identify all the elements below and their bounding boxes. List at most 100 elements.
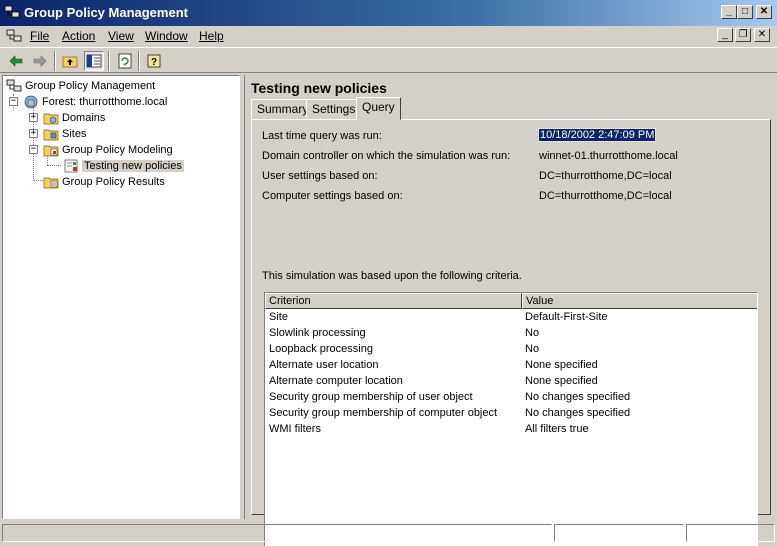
modeling-report-icon	[64, 159, 78, 173]
details-pane: Testing new policies Summary Settings Qu…	[244, 75, 775, 546]
tab-query[interactable]: Query	[356, 97, 401, 120]
refresh-button[interactable]	[115, 51, 135, 71]
tree-item-root[interactable]: Group Policy Management	[6, 78, 155, 94]
mdi-minimize-button[interactable]: _	[717, 28, 733, 42]
tree-item-sites[interactable]: Sites	[43, 126, 86, 142]
close-button[interactable]: ✕	[756, 5, 772, 19]
sites-folder-icon	[43, 129, 59, 141]
tree-line	[33, 180, 43, 181]
table-row[interactable]: Security group membership of computer ob…	[265, 405, 757, 421]
menu-view[interactable]: View	[108, 29, 134, 43]
window-title: Group Policy Management	[24, 5, 188, 20]
field-value-last-run[interactable]: 10/18/2002 2:47:09 PM	[537, 128, 657, 142]
tree-label-results: Group Policy Results	[62, 176, 165, 188]
cell-value: No changes specified	[525, 391, 631, 403]
cell-criterion: Alternate user location	[269, 359, 379, 371]
results-folder-icon	[43, 177, 59, 189]
field-value-user-settings[interactable]: DC=thurrotthome,DC=local	[539, 170, 672, 182]
query-tab-panel: Last time query was run: 10/18/2002 2:47…	[251, 119, 771, 546]
domains-folder-icon	[43, 113, 59, 125]
cell-criterion: Site	[269, 311, 288, 323]
refresh-icon	[118, 53, 132, 69]
maximize-button[interactable]: □	[737, 5, 753, 19]
tab-summary[interactable]: Summary	[251, 99, 315, 119]
mdi-restore-button[interactable]: ❐	[735, 28, 751, 42]
cell-value: Default-First-Site	[525, 311, 608, 323]
table-row[interactable]: Site Default-First-Site	[265, 309, 757, 325]
minimize-icon: _	[726, 6, 732, 17]
tree-line	[47, 165, 61, 166]
tree-item-modeling[interactable]: Group Policy Modeling	[43, 142, 173, 158]
cell-criterion: Alternate computer location	[269, 375, 403, 387]
gpmc-icon	[6, 79, 22, 92]
toolbar: ?	[0, 47, 777, 73]
table-row[interactable]: WMI filters All filters true	[265, 421, 757, 437]
menu-file-label: File	[30, 29, 50, 43]
menu-window[interactable]: Window	[145, 29, 188, 43]
cell-criterion: WMI filters	[269, 423, 321, 435]
collapse-forest-toggle[interactable]: −	[9, 97, 18, 106]
tree-label-sites: Sites	[62, 128, 87, 140]
mdi-close-button[interactable]: ✕	[754, 28, 770, 42]
table-row[interactable]: Alternate computer location None specifi…	[265, 373, 757, 389]
title-bar: Group Policy Management _ □ ✕	[0, 0, 777, 26]
collapse-modeling-toggle[interactable]: −	[29, 145, 38, 154]
expand-sites-toggle[interactable]: +	[29, 129, 38, 138]
tree-item-forest[interactable]: Forest: thurrotthome.local	[23, 94, 167, 110]
criteria-list[interactable]: Criterion Value Site Default-First-Site …	[264, 292, 758, 546]
status-panel-2	[554, 524, 684, 542]
cell-criterion: Loopback processing	[269, 343, 373, 355]
status-bar	[0, 522, 777, 546]
column-header-value[interactable]: Value	[522, 293, 757, 309]
tree-item-testing[interactable]: Testing new policies	[63, 158, 184, 174]
close-icon: ✕	[759, 6, 769, 17]
up-level-button[interactable]	[60, 51, 80, 71]
field-value-computer-settings[interactable]: DC=thurrotthome,DC=local	[539, 190, 672, 202]
tab-settings[interactable]: Settings	[306, 99, 362, 119]
show-hide-tree-icon	[86, 54, 102, 68]
menu-window-label: Window	[145, 29, 188, 43]
modeling-folder-icon	[43, 145, 59, 157]
tree-item-domains[interactable]: Domains	[43, 110, 105, 126]
table-row[interactable]: Slowlink processing No	[265, 325, 757, 341]
table-row[interactable]: Loopback processing No	[265, 341, 757, 357]
show-hide-tree-button[interactable]	[84, 51, 104, 71]
tree-label-testing: Testing new policies	[82, 160, 184, 172]
forward-button[interactable]	[30, 51, 50, 71]
gpmc-app-icon	[4, 5, 20, 18]
tree-label-root: Group Policy Management	[25, 80, 156, 92]
help-button[interactable]: ?	[145, 51, 165, 71]
console-tree[interactable]: Group Policy Management − Forest: thurro…	[2, 75, 240, 519]
tree-label-forest: Forest: thurrotthome.local	[42, 96, 168, 108]
menu-action[interactable]: Action	[62, 29, 95, 43]
toolbar-separator	[138, 51, 140, 71]
menu-file[interactable]: File	[30, 29, 49, 43]
menu-help[interactable]: Help	[199, 29, 224, 43]
field-label-user-settings: User settings based on:	[262, 170, 378, 182]
back-arrow-icon	[9, 55, 23, 67]
child-window-icon[interactable]	[6, 28, 22, 44]
back-button[interactable]	[6, 51, 26, 71]
minimize-button[interactable]: _	[721, 5, 737, 19]
toolbar-separator	[54, 51, 56, 71]
menu-action-label: Action	[62, 29, 96, 43]
cell-value: No	[525, 343, 540, 355]
criteria-intro: This simulation was based upon the follo…	[262, 270, 522, 282]
minimize-icon: _	[722, 29, 728, 40]
table-row[interactable]: Security group membership of user object…	[265, 389, 757, 405]
forest-icon	[24, 95, 38, 109]
cell-criterion: Security group membership of computer ob…	[269, 407, 498, 419]
cell-criterion: Slowlink processing	[269, 327, 366, 339]
table-row[interactable]: Alternate user location None specified	[265, 357, 757, 373]
field-value-domain-controller[interactable]: winnet-01.thurrotthome.local	[539, 150, 678, 162]
menu-bar: File Action View Window Help	[0, 26, 777, 46]
toolbar-separator	[108, 51, 110, 71]
cell-value: None specified	[525, 375, 598, 387]
tree-label-modeling: Group Policy Modeling	[62, 144, 173, 156]
help-icon: ?	[147, 54, 161, 68]
expand-domains-toggle[interactable]: +	[29, 113, 38, 122]
column-header-criterion[interactable]: Criterion	[265, 293, 522, 309]
cell-value: No	[525, 327, 540, 339]
cell-value: All filters true	[525, 423, 589, 435]
tree-item-results[interactable]: Group Policy Results	[43, 174, 165, 190]
